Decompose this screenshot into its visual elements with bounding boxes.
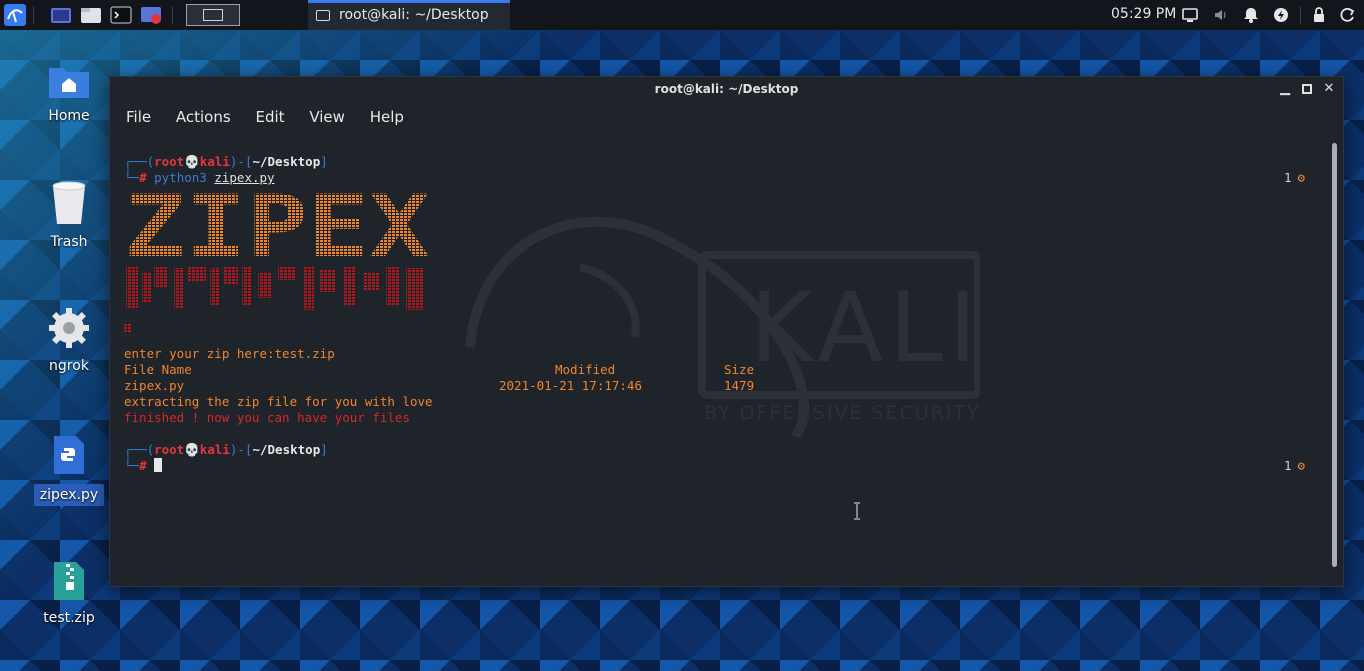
row-size: 1479: [724, 378, 755, 393]
menu-file[interactable]: File: [126, 108, 151, 126]
desktop-icon-label: Home: [48, 108, 90, 124]
volume-icon[interactable]: [1213, 7, 1229, 23]
prompt-line: ┌──(root💀kali)-[~/Desktop]: [124, 442, 328, 457]
col-size: Size: [724, 362, 755, 377]
text-cursor: [154, 458, 163, 472]
enter-zip-line: enter your zip here:test.zip: [124, 346, 335, 361]
file-manager-icon[interactable]: [80, 4, 102, 26]
skull-icon: 💀: [184, 442, 200, 457]
desktop-icon-testzip[interactable]: test.zip: [34, 560, 104, 626]
desktop-icon-label: zipex.py: [34, 484, 104, 506]
power-manager-icon[interactable]: [1273, 7, 1289, 23]
logout-icon[interactable]: [1340, 7, 1356, 23]
desktop-icon-label: Trash: [50, 234, 88, 250]
terminal-window[interactable]: root@kali: ~/Desktop ▁ ✕ File Actions Ed…: [109, 76, 1344, 587]
clock[interactable]: 05:29 PM: [1111, 6, 1176, 22]
gear-icon: [49, 308, 89, 348]
minimize-icon[interactable]: ▁: [1278, 82, 1292, 96]
prompt-path: ~/Desktop: [252, 154, 321, 169]
row-modified: 2021-01-21 17:17:46: [499, 378, 642, 393]
desktop-icon-zipex[interactable]: zipex.py: [34, 434, 104, 506]
close-icon[interactable]: ✕: [1322, 82, 1336, 96]
menubar: File Actions Edit View Help: [126, 108, 424, 128]
panel-separator: [33, 6, 34, 24]
zip-file-icon: [54, 562, 84, 600]
menu-edit[interactable]: Edit: [255, 108, 284, 126]
banner-text: ZIPEX: [124, 186, 430, 277]
panel-separator: [172, 6, 173, 24]
prompt-hash: #: [139, 170, 147, 185]
top-panel: root@kali: ~/Desktop 05:29 PM: [0, 0, 1364, 30]
workspace-switcher[interactable]: [186, 4, 240, 26]
notifications-icon[interactable]: [1243, 7, 1259, 23]
prompt-path: ~/Desktop: [252, 442, 321, 457]
prompt-user: root: [154, 154, 185, 169]
job-count: 1: [1284, 170, 1292, 185]
menu-view[interactable]: View: [309, 108, 345, 126]
display-icon[interactable]: [1182, 7, 1198, 23]
menu-help[interactable]: Help: [370, 108, 404, 126]
panel-separator: [1300, 6, 1301, 24]
desktop-icon-label: ngrok: [49, 358, 89, 374]
ibeam-cursor-icon: [854, 502, 860, 520]
window-title: root@kali: ~/Desktop: [654, 82, 799, 96]
screen-recorder-icon[interactable]: [140, 4, 162, 26]
prompt-host: kali: [199, 442, 230, 457]
desktop-icon-trash[interactable]: Trash: [34, 180, 104, 250]
job-indicator: 1 ⚙: [1284, 170, 1305, 186]
input-line[interactable]: └─#: [124, 458, 163, 474]
lock-icon[interactable]: [1311, 7, 1327, 23]
gear-icon: ⚙: [1297, 170, 1306, 185]
command-arg: zipex.py: [214, 170, 275, 185]
prompt-user: root: [154, 442, 185, 457]
desktop-icon-label: test.zip: [43, 610, 95, 626]
terminal-window-icon: [316, 10, 330, 21]
python-file-icon: [54, 436, 84, 474]
window-titlebar[interactable]: root@kali: ~/Desktop ▁ ✕: [110, 77, 1343, 103]
trash-icon: [52, 181, 86, 224]
taskbar-task-label: root@kali: ~/Desktop: [339, 7, 489, 23]
row-file-name: zipex.py: [124, 378, 185, 393]
col-file-name: File Name: [124, 362, 192, 377]
scrollbar[interactable]: [1332, 143, 1337, 567]
menu-actions[interactable]: Actions: [176, 108, 231, 126]
col-modified: Modified: [555, 362, 616, 377]
job-indicator: 1 ⚙: [1284, 458, 1305, 474]
finished-line: finished ! now you can have your files: [124, 410, 410, 425]
zipex-ascii-banner: ZIPEX: [124, 186, 430, 333]
gear-icon: ⚙: [1297, 458, 1306, 473]
kali-menu-icon[interactable]: [4, 4, 26, 26]
prompt-line: ┌──(root💀kali)-[~/Desktop]: [124, 154, 328, 169]
prompt-hash: #: [139, 458, 147, 473]
prompt-host: kali: [199, 154, 230, 169]
folder-home-icon: [49, 68, 89, 98]
show-desktop-icon[interactable]: [50, 4, 72, 26]
terminal-launcher-icon[interactable]: [110, 4, 132, 26]
command-name: python3: [154, 170, 207, 185]
skull-icon: 💀: [184, 154, 200, 169]
job-count: 1: [1284, 458, 1292, 473]
maximize-icon[interactable]: [1300, 82, 1314, 96]
terminal-output[interactable]: ┌──(root💀kali)-[~/Desktop] └─# python3 z…: [124, 154, 1305, 574]
desktop-icon-home[interactable]: Home: [34, 62, 104, 124]
command-line: └─# python3 zipex.py: [124, 170, 275, 185]
desktop-icon-ngrok[interactable]: ngrok: [34, 306, 104, 374]
extracting-line: extracting the zip file for you with lov…: [124, 394, 433, 409]
taskbar-terminal-task[interactable]: root@kali: ~/Desktop: [308, 0, 510, 30]
